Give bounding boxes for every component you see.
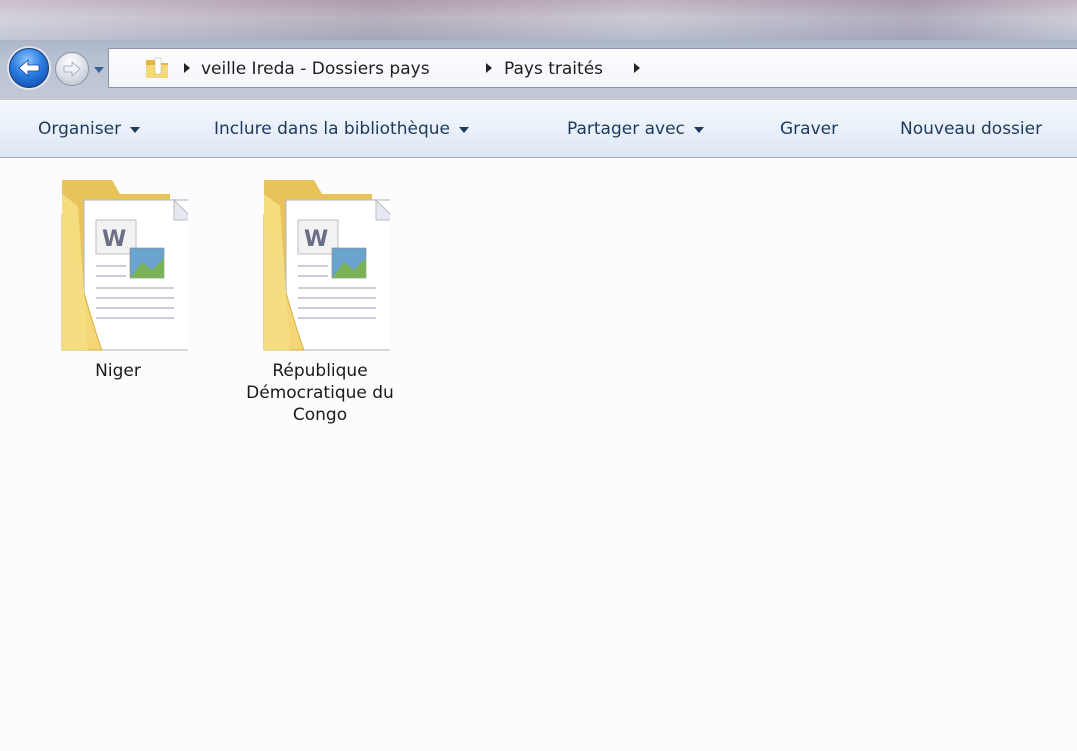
file-list-area[interactable]: W Niger W République Démocratique du Con… — [0, 158, 1077, 751]
breadcrumb-arrow-icon — [486, 63, 492, 73]
breadcrumb-arrow-icon — [184, 63, 190, 73]
chevron-down-icon — [94, 67, 104, 73]
folder-item-rdc[interactable]: W République Démocratique du Congo — [230, 174, 410, 426]
chevron-down-icon — [130, 127, 141, 133]
forward-button[interactable] — [55, 52, 89, 86]
back-button[interactable] — [9, 48, 49, 88]
command-bar: Organiser Inclure dans la bibliothèque P… — [0, 100, 1077, 158]
svg-text:W: W — [304, 227, 328, 252]
breadcrumb-item-pays-traites[interactable]: Pays traités — [504, 59, 603, 79]
organize-button[interactable]: Organiser — [38, 119, 141, 139]
breadcrumb-arrow-icon[interactable] — [633, 63, 641, 73]
documents-folder-icon: W — [61, 180, 188, 351]
documents-folder-icon: W — [263, 180, 390, 351]
burn-button[interactable]: Graver — [780, 119, 838, 139]
share-with-button[interactable]: Partager avec — [567, 119, 704, 139]
organize-label: Organiser — [38, 119, 122, 139]
folder-label: Niger — [95, 361, 141, 381]
chevron-down-icon — [458, 127, 469, 133]
include-in-library-button[interactable]: Inclure dans la bibliothèque — [214, 119, 469, 139]
recent-pages-button[interactable] — [93, 64, 105, 76]
explorer-window: veille Ireda - Dossiers pays Pays traité… — [0, 0, 1077, 751]
folder-label: République Démocratique du Congo — [246, 361, 394, 425]
breadcrumb-item-veille-ireda[interactable]: veille Ireda - Dossiers pays — [201, 59, 430, 79]
title-bar: veille Ireda - Dossiers pays Pays traité… — [0, 0, 1077, 100]
burn-label: Graver — [780, 119, 839, 139]
folder-item-niger[interactable]: W Niger — [28, 174, 208, 382]
chevron-down-icon — [693, 127, 704, 133]
new-folder-label: Nouveau dossier — [900, 119, 1043, 139]
back-arrow-icon — [18, 59, 40, 77]
include-library-label: Inclure dans la bibliothèque — [214, 119, 450, 139]
folder-icon — [146, 57, 168, 78]
share-with-label: Partager avec — [567, 119, 685, 139]
forward-arrow-icon — [63, 61, 81, 77]
address-bar[interactable]: veille Ireda - Dossiers pays Pays traité… — [108, 48, 1077, 88]
new-folder-button[interactable]: Nouveau dossier — [900, 119, 1042, 139]
svg-text:W: W — [102, 227, 126, 252]
